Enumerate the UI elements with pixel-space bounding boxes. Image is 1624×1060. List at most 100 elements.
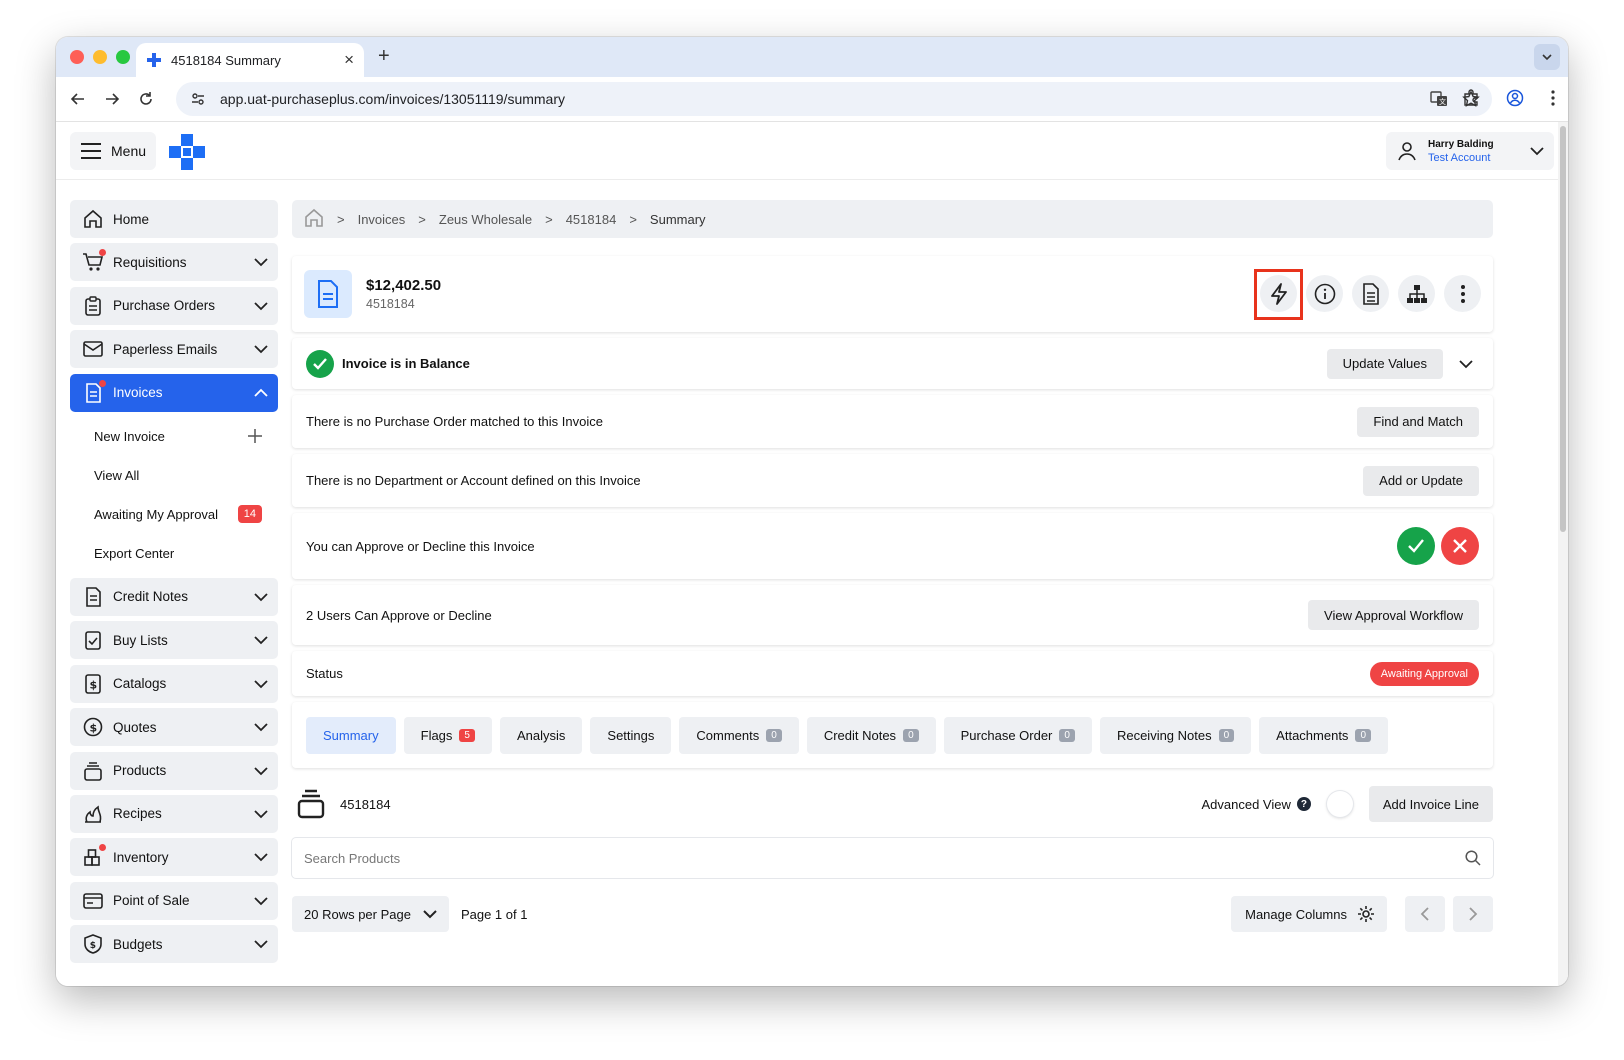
invoice-lines-title: 4518184 bbox=[340, 796, 391, 812]
breadcrumb-supplier[interactable]: Zeus Wholesale bbox=[439, 212, 532, 227]
add-or-update-label: Add or Update bbox=[1379, 473, 1463, 488]
view-document-button[interactable] bbox=[1352, 275, 1389, 312]
maximize-window-button[interactable] bbox=[116, 50, 130, 64]
sidebar-subitem-awaiting-approval[interactable]: Awaiting My Approval 14 bbox=[70, 495, 278, 534]
site-settings-icon[interactable] bbox=[190, 91, 206, 107]
advanced-view-toggle[interactable] bbox=[1326, 791, 1353, 817]
browser-tab[interactable]: 4518184 Summary × bbox=[136, 43, 364, 77]
approve-button[interactable] bbox=[1397, 527, 1435, 565]
tab-receiving-notes[interactable]: Receiving Notes 0 bbox=[1099, 716, 1252, 754]
catalog-icon: $ bbox=[82, 673, 104, 695]
chevron-up-icon bbox=[254, 388, 268, 397]
chevron-down-icon bbox=[254, 345, 268, 354]
status-label: Status bbox=[306, 666, 343, 681]
menu-button[interactable]: Menu bbox=[70, 132, 156, 170]
approvers-row: 2 Users Can Approve or Decline View Appr… bbox=[292, 585, 1493, 645]
help-icon[interactable]: ? bbox=[1296, 797, 1311, 811]
view-approval-workflow-button[interactable]: View Approval Workflow bbox=[1308, 600, 1479, 630]
sidebar-item-catalogs[interactable]: $ Catalogs bbox=[70, 664, 278, 703]
status-row: Status Awaiting Approval bbox=[292, 651, 1493, 696]
reload-icon[interactable] bbox=[136, 89, 156, 109]
user-account-menu[interactable]: Harry Balding Test Account bbox=[1386, 132, 1554, 170]
extensions-icon[interactable] bbox=[1462, 89, 1480, 112]
purchaseplus-logo[interactable] bbox=[168, 133, 206, 171]
previous-page-button[interactable] bbox=[1405, 896, 1445, 932]
find-and-match-button[interactable]: Find and Match bbox=[1357, 406, 1479, 437]
translate-icon[interactable]: 文 bbox=[1430, 90, 1448, 111]
tab-flags[interactable]: Flags 5 bbox=[403, 716, 492, 754]
tab-comments[interactable]: Comments 0 bbox=[679, 716, 799, 754]
next-page-button[interactable] bbox=[1453, 896, 1493, 932]
sidebar-item-requisitions[interactable]: Requisitions bbox=[70, 243, 278, 282]
sidebar-item-budgets[interactable]: $ Budgets bbox=[70, 925, 278, 964]
sidebar-item-label: Purchase Orders bbox=[113, 298, 216, 314]
sidebar-item-paperless-emails[interactable]: Paperless Emails bbox=[70, 330, 278, 369]
update-values-button[interactable]: Update Values bbox=[1326, 348, 1443, 379]
chevron-down-icon bbox=[1530, 147, 1544, 156]
card-icon bbox=[82, 890, 104, 912]
balance-status-text: Invoice is in Balance bbox=[342, 356, 470, 371]
sidebar-item-recipes[interactable]: Recipes bbox=[70, 794, 278, 833]
back-icon[interactable] bbox=[68, 89, 88, 109]
sidebar-item-buy-lists[interactable]: Buy Lists bbox=[70, 621, 278, 660]
minimize-window-button[interactable] bbox=[93, 50, 107, 64]
tab-summary[interactable]: Summary bbox=[306, 716, 396, 754]
profile-icon[interactable] bbox=[1506, 89, 1524, 112]
manage-columns-button[interactable]: Manage Columns bbox=[1231, 896, 1387, 932]
browser-tab-title: 4518184 Summary bbox=[171, 52, 281, 68]
sidebar-item-point-of-sale[interactable]: Point of Sale bbox=[70, 881, 278, 920]
close-tab-icon[interactable]: × bbox=[344, 50, 354, 70]
sidebar-item-purchase-orders[interactable]: Purchase Orders bbox=[70, 286, 278, 325]
sidebar-subitem-new-invoice[interactable]: New Invoice bbox=[70, 417, 278, 456]
breadcrumb-invoice-number[interactable]: 4518184 bbox=[566, 212, 617, 227]
sidebar-item-credit-notes[interactable]: Credit Notes bbox=[70, 577, 278, 616]
search-placeholder: Search Products bbox=[304, 850, 401, 866]
rows-per-page-select[interactable]: 20 Rows per Page bbox=[292, 896, 449, 932]
sidebar-item-invoices[interactable]: Invoices bbox=[70, 373, 278, 412]
invoice-header-card: $12,402.50 4518184 bbox=[292, 256, 1493, 332]
address-bar[interactable]: app.uat-purchaseplus.com/invoices/130511… bbox=[176, 82, 1492, 116]
sidebar-item-inventory[interactable]: Inventory bbox=[70, 838, 278, 877]
browser-tab-strip: 4518184 Summary × + bbox=[56, 37, 1568, 77]
forward-icon[interactable] bbox=[102, 89, 122, 109]
tab-purchase-order[interactable]: Purchase Order 0 bbox=[943, 716, 1092, 754]
tab-credit-notes[interactable]: Credit Notes 0 bbox=[806, 716, 936, 754]
sidebar-item-quotes[interactable]: $ Quotes bbox=[70, 708, 278, 747]
add-invoice-line-button[interactable]: Add Invoice Line bbox=[1368, 786, 1493, 822]
user-name: Harry Balding bbox=[1428, 138, 1494, 150]
sidebar-item-products[interactable]: Products bbox=[70, 751, 278, 790]
info-button[interactable] bbox=[1306, 275, 1343, 312]
breadcrumb-current: Summary bbox=[649, 211, 706, 227]
tab-count-badge: 0 bbox=[903, 728, 919, 742]
scrollbar-thumb[interactable] bbox=[1560, 126, 1566, 532]
mail-icon bbox=[82, 338, 104, 360]
box-stack-icon bbox=[297, 789, 325, 819]
tab-attachments[interactable]: Attachments 0 bbox=[1259, 716, 1388, 754]
close-window-button[interactable] bbox=[70, 50, 84, 64]
sidebar-subitem-view-all[interactable]: View All bbox=[70, 456, 278, 495]
tab-count-badge: 5 bbox=[459, 728, 475, 742]
home-icon[interactable] bbox=[304, 208, 324, 231]
hierarchy-button[interactable] bbox=[1398, 275, 1435, 312]
svg-text:$: $ bbox=[90, 678, 98, 691]
breadcrumb-invoices[interactable]: Invoices bbox=[358, 212, 406, 227]
purchase-order-row: There is no Purchase Order matched to th… bbox=[292, 395, 1493, 448]
tab-settings[interactable]: Settings bbox=[590, 716, 672, 754]
page-scrollbar[interactable] bbox=[1558, 122, 1568, 986]
plus-icon[interactable] bbox=[248, 429, 262, 444]
sidebar-subitem-export-center[interactable]: Export Center bbox=[70, 534, 278, 573]
search-products-input[interactable]: Search Products bbox=[292, 838, 1493, 878]
browser-menu-icon[interactable] bbox=[1550, 89, 1556, 112]
tab-search-icon[interactable] bbox=[1534, 44, 1560, 70]
sidebar-subitem-label: New Invoice bbox=[94, 428, 165, 444]
sidebar-item-home[interactable]: Home bbox=[70, 200, 278, 238]
sidebar: Home Requisitions Purchase Orders Paperl… bbox=[70, 200, 278, 968]
tab-label: Analysis bbox=[516, 727, 566, 743]
chevron-down-icon[interactable] bbox=[1459, 359, 1473, 369]
window-controls bbox=[70, 50, 130, 64]
tab-analysis[interactable]: Analysis bbox=[499, 716, 583, 754]
more-options-button[interactable] bbox=[1444, 275, 1481, 312]
new-tab-icon[interactable]: + bbox=[378, 45, 390, 68]
decline-button[interactable] bbox=[1441, 527, 1479, 565]
add-or-update-button[interactable]: Add or Update bbox=[1363, 465, 1479, 496]
